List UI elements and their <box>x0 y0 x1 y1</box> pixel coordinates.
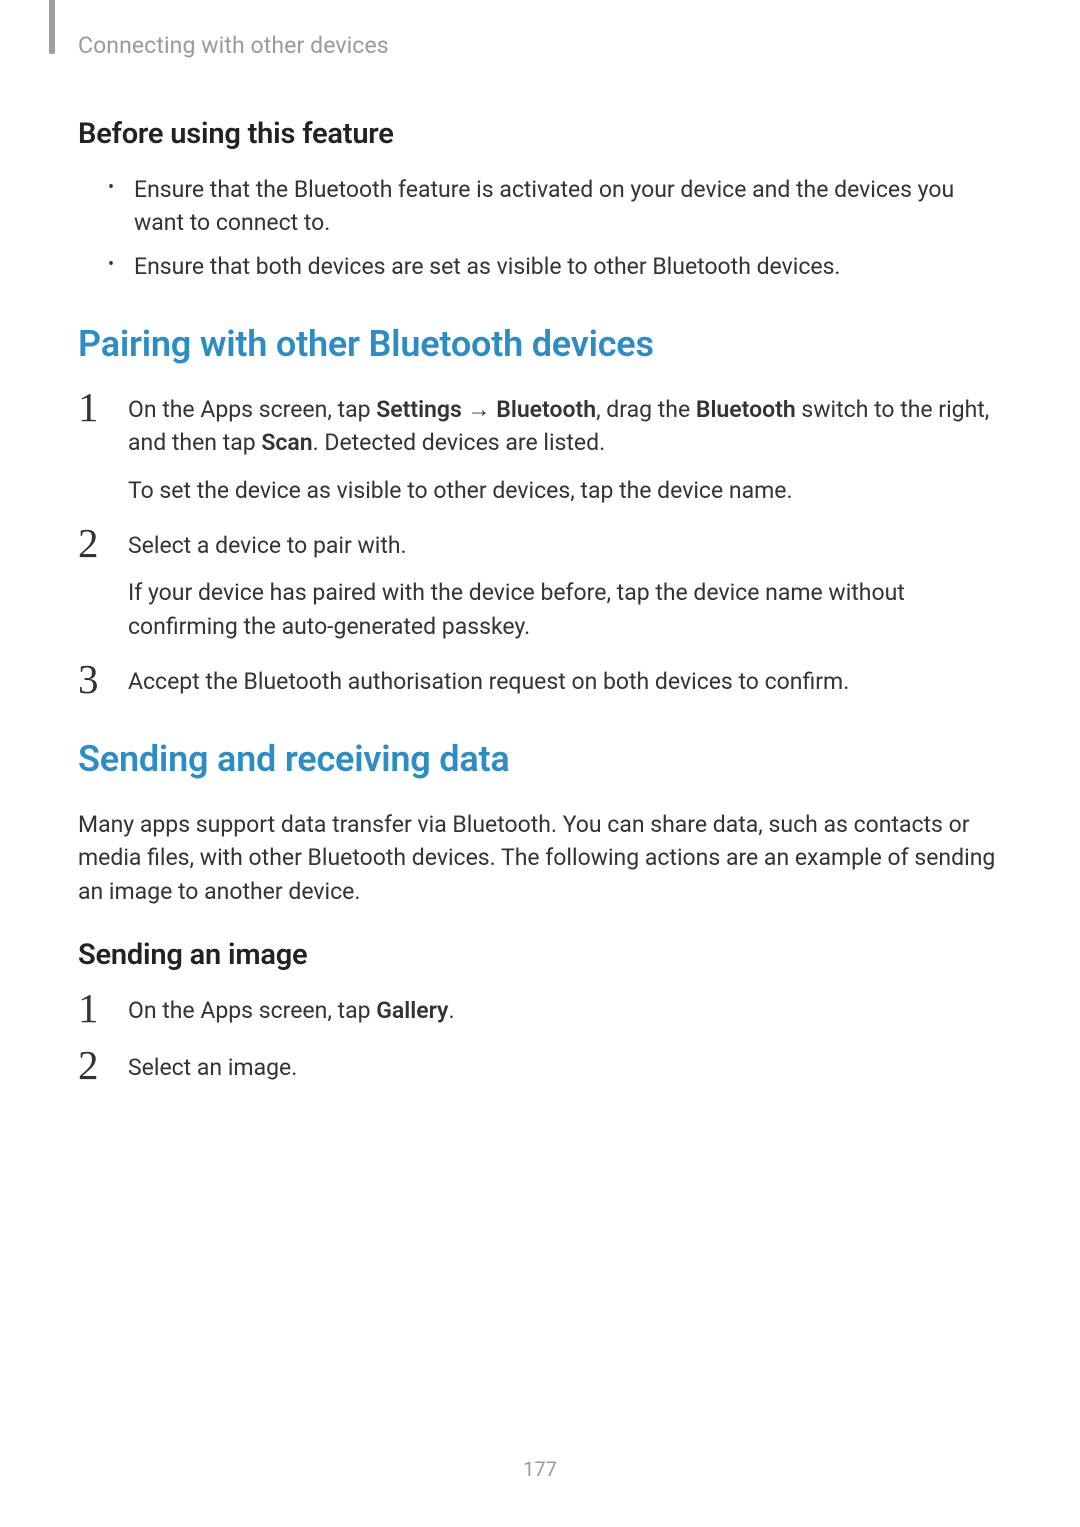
section-header: Connecting with other devices <box>78 32 1002 59</box>
bold-text-scan: Scan <box>261 429 312 456</box>
step-line: Accept the Bluetooth authorisation reque… <box>128 665 1002 698</box>
text-fragment: . <box>448 997 454 1024</box>
pairing-step-3: 3 Accept the Bluetooth authorisation req… <box>78 665 1002 700</box>
step-body: Accept the Bluetooth authorisation reque… <box>128 665 1002 698</box>
text-fragment: . Detected devices are listed. <box>313 429 606 456</box>
step-number: 1 <box>78 387 128 428</box>
step-body: Select a device to pair with. If your de… <box>128 529 1002 643</box>
bullet-item: Ensure that the Bluetooth feature is act… <box>106 173 1002 240</box>
before-heading: Before using this feature <box>78 117 1002 151</box>
text-fragment: On the Apps screen, tap <box>128 997 376 1024</box>
sending-subheading: Sending an image <box>78 938 1002 972</box>
step-number: 3 <box>78 659 128 700</box>
step-number: 1 <box>78 988 128 1029</box>
step-body: On the Apps screen, tap Gallery. <box>128 994 1002 1027</box>
sending-step-1: 1 On the Apps screen, tap Gallery. <box>78 994 1002 1029</box>
arrow-icon: → <box>462 396 496 423</box>
sending-heading: Sending and receiving data <box>78 738 1002 780</box>
step-number: 2 <box>78 523 128 564</box>
bold-text-bluetooth-switch: Bluetooth <box>696 396 796 423</box>
text-fragment: , drag the <box>596 396 696 423</box>
pairing-heading: Pairing with other Bluetooth devices <box>78 323 1002 365</box>
step-line: To set the device as visible to other de… <box>128 474 1002 507</box>
step-number: 2 <box>78 1045 128 1086</box>
pairing-step-1: 1 On the Apps screen, tap Settings → Blu… <box>78 393 1002 507</box>
step-line: Select an image. <box>128 1051 1002 1084</box>
step-body: On the Apps screen, tap Settings → Bluet… <box>128 393 1002 507</box>
step-line: If your device has paired with the devic… <box>128 576 1002 643</box>
bullet-item: Ensure that both devices are set as visi… <box>106 250 1002 283</box>
bold-text-bluetooth: Bluetooth <box>496 396 596 423</box>
sending-intro: Many apps support data transfer via Blue… <box>78 808 1002 908</box>
text-fragment: On the Apps screen, tap <box>128 396 376 423</box>
step-line: Select a device to pair with. <box>128 529 1002 562</box>
pairing-step-2: 2 Select a device to pair with. If your … <box>78 529 1002 643</box>
page-content: Connecting with other devices Before usi… <box>0 0 1080 1086</box>
step-body: Select an image. <box>128 1051 1002 1084</box>
bold-text-gallery: Gallery <box>376 997 448 1024</box>
before-bullet-list: Ensure that the Bluetooth feature is act… <box>106 173 1002 283</box>
sending-step-2: 2 Select an image. <box>78 1051 1002 1086</box>
page-number: 177 <box>0 1457 1080 1481</box>
bold-text-settings: Settings <box>376 396 462 423</box>
page-edge-marker <box>49 0 55 54</box>
